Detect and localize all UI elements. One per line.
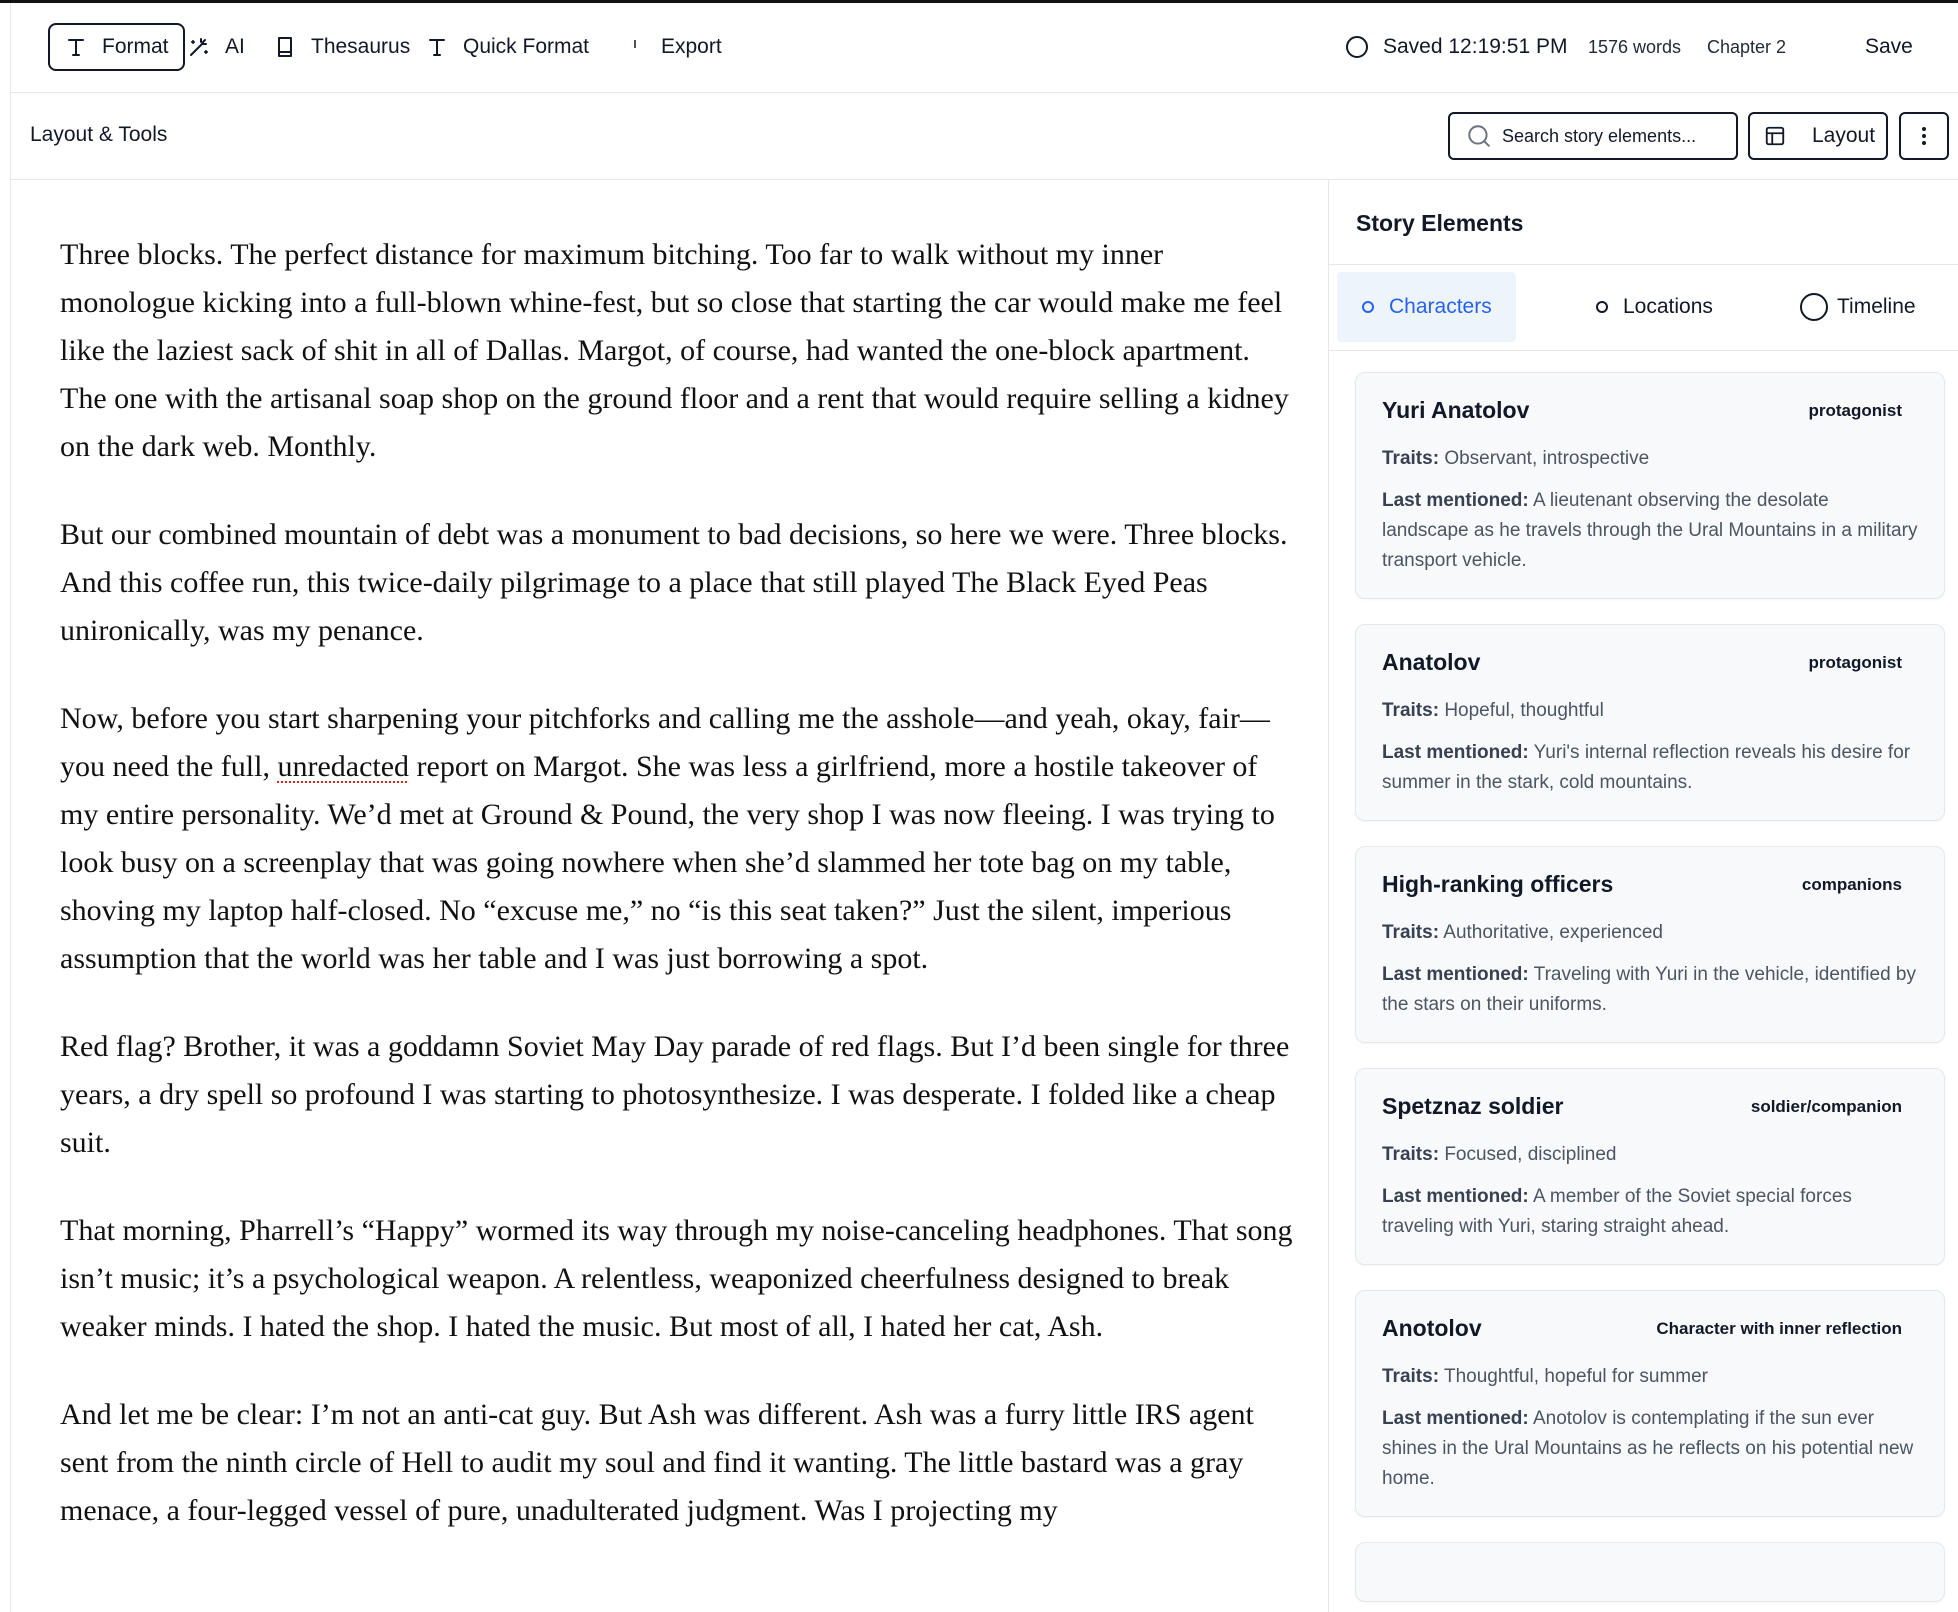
layout-label: Layout [1812,124,1876,147]
quick-format-label: Quick Format [463,35,590,58]
search-icon [1468,125,1490,147]
character-traits: Traits: Authoritative, experienced [1382,922,1663,943]
character-name: Spetznaz soldier [1382,1093,1564,1119]
chapter-label: Chapter 2 [1707,36,1787,57]
paragraph[interactable]: Now, before you start sharpening your pi… [60,695,1300,983]
character-card[interactable]: Spetznaz soldier soldier/companion Traits… [1355,1068,1945,1265]
character-card[interactable]: Anatolov protagonist Traits: Hopeful, tho… [1355,624,1945,821]
ai-label: AI [225,35,245,58]
book-icon [278,37,292,57]
tab-characters[interactable]: Characters [1337,272,1516,342]
panel-title: Story Elements [1356,210,1524,236]
paragraph-text: report on Margot. She was less a girlfri… [60,750,1275,975]
format-button[interactable]: Format [48,23,185,71]
thesaurus-label: Thesaurus [311,35,411,58]
ai-button[interactable]: AI [187,23,245,71]
tab-timeline[interactable]: Timeline [1775,272,1940,342]
character-role: protagonist [1808,400,1903,420]
story-elements-panel: Story Elements Characters Locations Time… [1328,180,1958,1612]
export-button[interactable]: Export [623,23,722,71]
more-options-button[interactable] [1899,112,1949,160]
cursor-icon [634,40,636,48]
circle-icon [1800,293,1828,321]
paragraph[interactable]: Red flag? Brother, it was a goddamn Sovi… [60,1023,1300,1167]
main-toolbar: Format AI Thesaurus Quick Format Export … [11,3,1958,93]
character-last-mentioned: Last mentioned: A member of the Soviet s… [1382,1186,1852,1237]
character-role: companions [1801,874,1902,894]
save-status: Saved 12:19:51 PM [1345,23,1567,71]
character-card[interactable] [1355,1542,1945,1602]
character-traits: Traits: Focused, disciplined [1382,1144,1617,1165]
character-card[interactable]: High-ranking officers companions Traits: … [1355,846,1945,1043]
spelling-error-word[interactable]: unredacted [277,750,409,783]
paragraph[interactable]: And let me be clear: I’m not an anti-cat… [60,1391,1300,1535]
character-name: Anotolov [1382,1315,1482,1341]
layout-tools-title: Layout & Tools [30,123,168,146]
layout-tools-bar: Layout & Tools Layout [11,93,1958,180]
layout-icon [1765,126,1785,146]
save-button[interactable]: Save [1865,23,1913,71]
character-traits: Traits: Observant, introspective [1382,448,1650,469]
export-label: Export [661,35,722,58]
format-label: Format [102,35,169,58]
character-traits: Traits: Hopeful, thoughtful [1382,700,1604,721]
character-name: High-ranking officers [1382,871,1614,897]
paragraph[interactable]: Three blocks. The perfect distance for m… [60,231,1300,471]
saved-time: Saved 12:19:51 PM [1383,35,1568,58]
character-traits: Traits: Thoughtful, hopeful for summer [1382,1366,1708,1387]
tab-locations-label: Locations [1623,295,1713,318]
tab-timeline-label: Timeline [1837,295,1916,318]
search-input[interactable] [1502,125,1732,147]
layout-button[interactable]: Layout [1748,112,1888,160]
tab-locations[interactable]: Locations [1571,272,1737,342]
circle-icon [1346,36,1368,58]
character-last-mentioned: Last mentioned: Yuri's internal reflecti… [1382,742,1911,793]
manuscript-editor[interactable]: Three blocks. The perfect distance for m… [11,180,1328,1612]
character-role: soldier/companion [1750,1096,1902,1116]
character-role: protagonist [1808,652,1903,672]
circle-icon [1362,301,1374,313]
character-last-mentioned: Last mentioned: A lieutenant observing t… [1382,490,1918,571]
character-name: Anatolov [1382,649,1481,675]
character-name: Yuri Anatolov [1382,397,1530,423]
circle-icon [1596,301,1608,313]
character-card-list: Yuri Anatolov protagonist Traits: Observa… [1355,372,1945,1612]
story-elements-tabs: Characters Locations Timeline [1329,264,1958,351]
wand-icon [190,38,208,56]
character-last-mentioned: Last mentioned: Traveling with Yuri in t… [1382,964,1916,1015]
tab-characters-label: Characters [1389,295,1492,318]
type-icon [429,39,445,56]
quick-format-button[interactable]: Quick Format [425,23,589,71]
more-vertical-icon [1922,127,1926,145]
search-box[interactable] [1448,112,1738,160]
character-card[interactable]: Anotolov Character with inner reflection … [1355,1290,1945,1517]
character-card[interactable]: Yuri Anatolov protagonist Traits: Observa… [1355,372,1945,599]
character-role: Character with inner reflection [1656,1318,1902,1338]
thesaurus-button[interactable]: Thesaurus [273,23,410,71]
type-icon [68,39,84,56]
paragraph[interactable]: But our combined mountain of debt was a … [60,511,1300,655]
paragraph[interactable]: That morning, Pharrell’s “Happy” wormed … [60,1207,1300,1351]
character-last-mentioned: Last mentioned: Anotolov is contemplatin… [1382,1408,1914,1489]
word-count: 1576 words [1588,36,1682,57]
